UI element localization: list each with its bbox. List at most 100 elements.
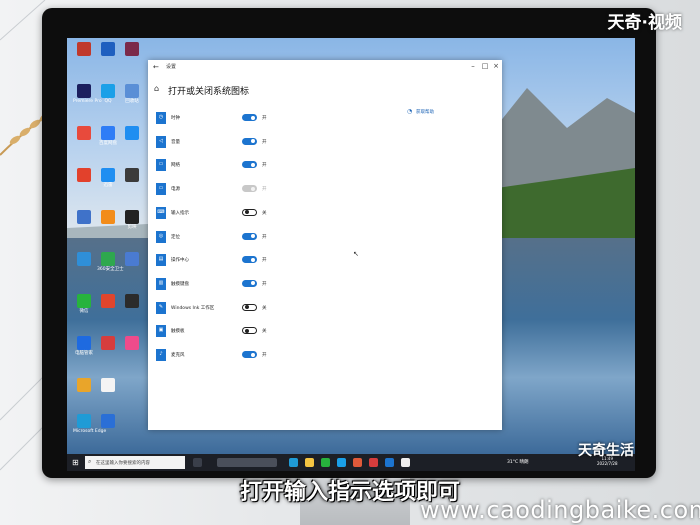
toggle-switch[interactable] — [242, 232, 257, 240]
desktop-icon[interactable] — [97, 414, 119, 428]
desktop-icon[interactable] — [121, 252, 143, 266]
windows-start-icon[interactable]: ⊞ — [72, 458, 79, 467]
toggle-switch[interactable] — [242, 114, 257, 121]
desktop-icon-baidu-netdisk[interactable]: 百度网盘 — [97, 126, 119, 146]
minimize-button[interactable]: – — [468, 62, 478, 70]
toggle-state-label: 开 — [262, 163, 267, 169]
desktop-icon-360[interactable]: 360安全卫士 — [97, 252, 124, 272]
toggle-switch[interactable] — [242, 327, 257, 335]
app-icon — [77, 378, 91, 392]
desktop-icon[interactable] — [121, 294, 143, 308]
system-icon-row: ▭ 网络 开 — [156, 159, 286, 172]
app-taskbar-icon[interactable] — [369, 458, 378, 467]
app-icon — [101, 336, 115, 350]
toggle-state-label: 开 — [262, 139, 267, 145]
desktop-icon-label: QQ — [104, 99, 112, 104]
weather-tray[interactable]: 31°C 晴朗 — [507, 459, 529, 465]
desktop-icon[interactable] — [73, 42, 95, 56]
desktop-icon-label: 剪映 — [127, 225, 137, 230]
desktop-icon[interactable] — [73, 126, 95, 140]
edge-taskbar-icon[interactable] — [289, 458, 298, 467]
desktop-icon[interactable] — [97, 294, 119, 308]
toggle-knob — [244, 210, 249, 215]
desktop-icon[interactable] — [97, 378, 119, 392]
system-icon: ⌨ — [156, 206, 166, 219]
system-icon-glyph: ⌨ — [157, 208, 165, 215]
xunlei-icon — [101, 168, 115, 182]
desktop-icon-recycle-bin[interactable]: 回收站 — [121, 84, 143, 104]
desktop-icon[interactable] — [73, 378, 95, 392]
app-icon — [77, 252, 91, 266]
toggle-switch[interactable] — [242, 208, 257, 216]
toggle-knob — [251, 162, 255, 167]
app-taskbar-icon[interactable] — [385, 458, 394, 467]
recycle-bin-icon — [125, 84, 139, 98]
desktop-icon[interactable] — [121, 42, 143, 56]
system-icon-row: ♪ 麦克风 开 — [156, 349, 286, 361]
system-icon-label: 触摸板 — [171, 329, 185, 335]
desktop-icon[interactable] — [73, 252, 95, 266]
settings-taskbar-icon[interactable] — [401, 458, 410, 467]
watermark-logo: 天奇生活 — [578, 443, 634, 459]
back-arrow-icon[interactable]: ← — [153, 63, 159, 71]
system-icon-label: 音量 — [171, 139, 180, 145]
toggle-switch[interactable] — [242, 351, 257, 358]
desktop-icon[interactable] — [97, 42, 119, 56]
toggle-switch[interactable] — [242, 161, 257, 169]
title-bar: ← 设置 – □ × — [148, 60, 502, 74]
desktop-icon[interactable] — [121, 126, 143, 140]
toggle-switch[interactable] — [242, 279, 257, 287]
toggle-state-label: 关 — [262, 305, 267, 311]
system-icon: ▭ — [156, 159, 166, 172]
toggle-switch[interactable] — [242, 137, 257, 145]
system-icon-label: 网络 — [171, 163, 180, 169]
system-icon: ♪ — [156, 349, 166, 361]
desktop-icon[interactable] — [97, 210, 119, 224]
desktop-icon-label: 迅雷 — [103, 183, 113, 188]
desktop-icon-edge[interactable]: Microsoft Edge — [73, 414, 106, 434]
app-icon — [125, 168, 139, 182]
app-icon — [77, 210, 91, 224]
toggle-knob — [251, 352, 255, 357]
qq-icon — [101, 84, 115, 98]
desktop-icon-xunlei[interactable]: 迅雷 — [97, 168, 119, 188]
system-icon-label: 麦克风 — [171, 353, 185, 358]
system-icon-label: Windows Ink 工作区 — [171, 305, 215, 311]
desktop-icon[interactable] — [121, 336, 143, 350]
desktop-icon-pc-manager[interactable]: 电脑管家 — [73, 336, 95, 356]
app-icon — [125, 336, 139, 350]
desktop-icon[interactable] — [73, 168, 95, 182]
toggle-switch — [242, 185, 257, 193]
app-taskbar-icon[interactable] — [353, 458, 362, 467]
file-explorer-icon[interactable] — [305, 458, 314, 467]
home-icon: ⌂ — [154, 84, 160, 93]
desktop-icon[interactable] — [121, 168, 143, 182]
premiere-icon — [77, 84, 91, 98]
toggle-switch[interactable] — [242, 303, 257, 311]
desktop-icon-jianying[interactable]: 剪映 — [121, 210, 143, 230]
qq-taskbar-icon[interactable] — [337, 458, 346, 467]
toggle-state-label: 开 — [262, 234, 267, 240]
task-view-icon[interactable] — [193, 458, 202, 467]
taskbar-search-field[interactable] — [217, 458, 277, 467]
toggle-switch[interactable] — [242, 256, 257, 264]
desktop-icon[interactable] — [97, 336, 119, 350]
system-icon-label: 时钟 — [171, 116, 180, 121]
toggle-knob — [251, 139, 255, 144]
system-icon-row: ◁ 音量 开 — [156, 135, 286, 148]
maximize-button[interactable]: □ — [480, 62, 490, 70]
wechat-taskbar-icon[interactable] — [321, 458, 330, 467]
desktop-icon-wechat[interactable]: 微信 — [73, 294, 95, 314]
settings-window: ← 设置 – □ × ⌂ 打开或关闭系统图标 ◔ 获取帮助 ◷ 时钟开 ◁ 音量开 ▭ 网… — [148, 60, 502, 430]
system-icon: ▣ — [156, 325, 166, 338]
system-icon-row: ▣ 触摸板 关 — [156, 325, 286, 338]
taskbar-search-box[interactable]: ⌕ 在这里输入你要搜索的内容 — [85, 456, 185, 469]
desktop-icons: Premiere Pro QQ 回收站 百度网盘 迅雷 剪映 360安全卫士 微… — [67, 42, 147, 442]
desktop-icon-premiere[interactable]: Premiere Pro — [73, 84, 102, 104]
help-link[interactable]: 获取帮助 — [416, 109, 434, 115]
desktop-icon-qq[interactable]: QQ — [97, 84, 119, 104]
toggle-knob — [251, 186, 255, 191]
desktop-icon[interactable] — [73, 210, 95, 224]
close-button[interactable]: × — [491, 62, 501, 70]
app-icon — [101, 414, 115, 428]
